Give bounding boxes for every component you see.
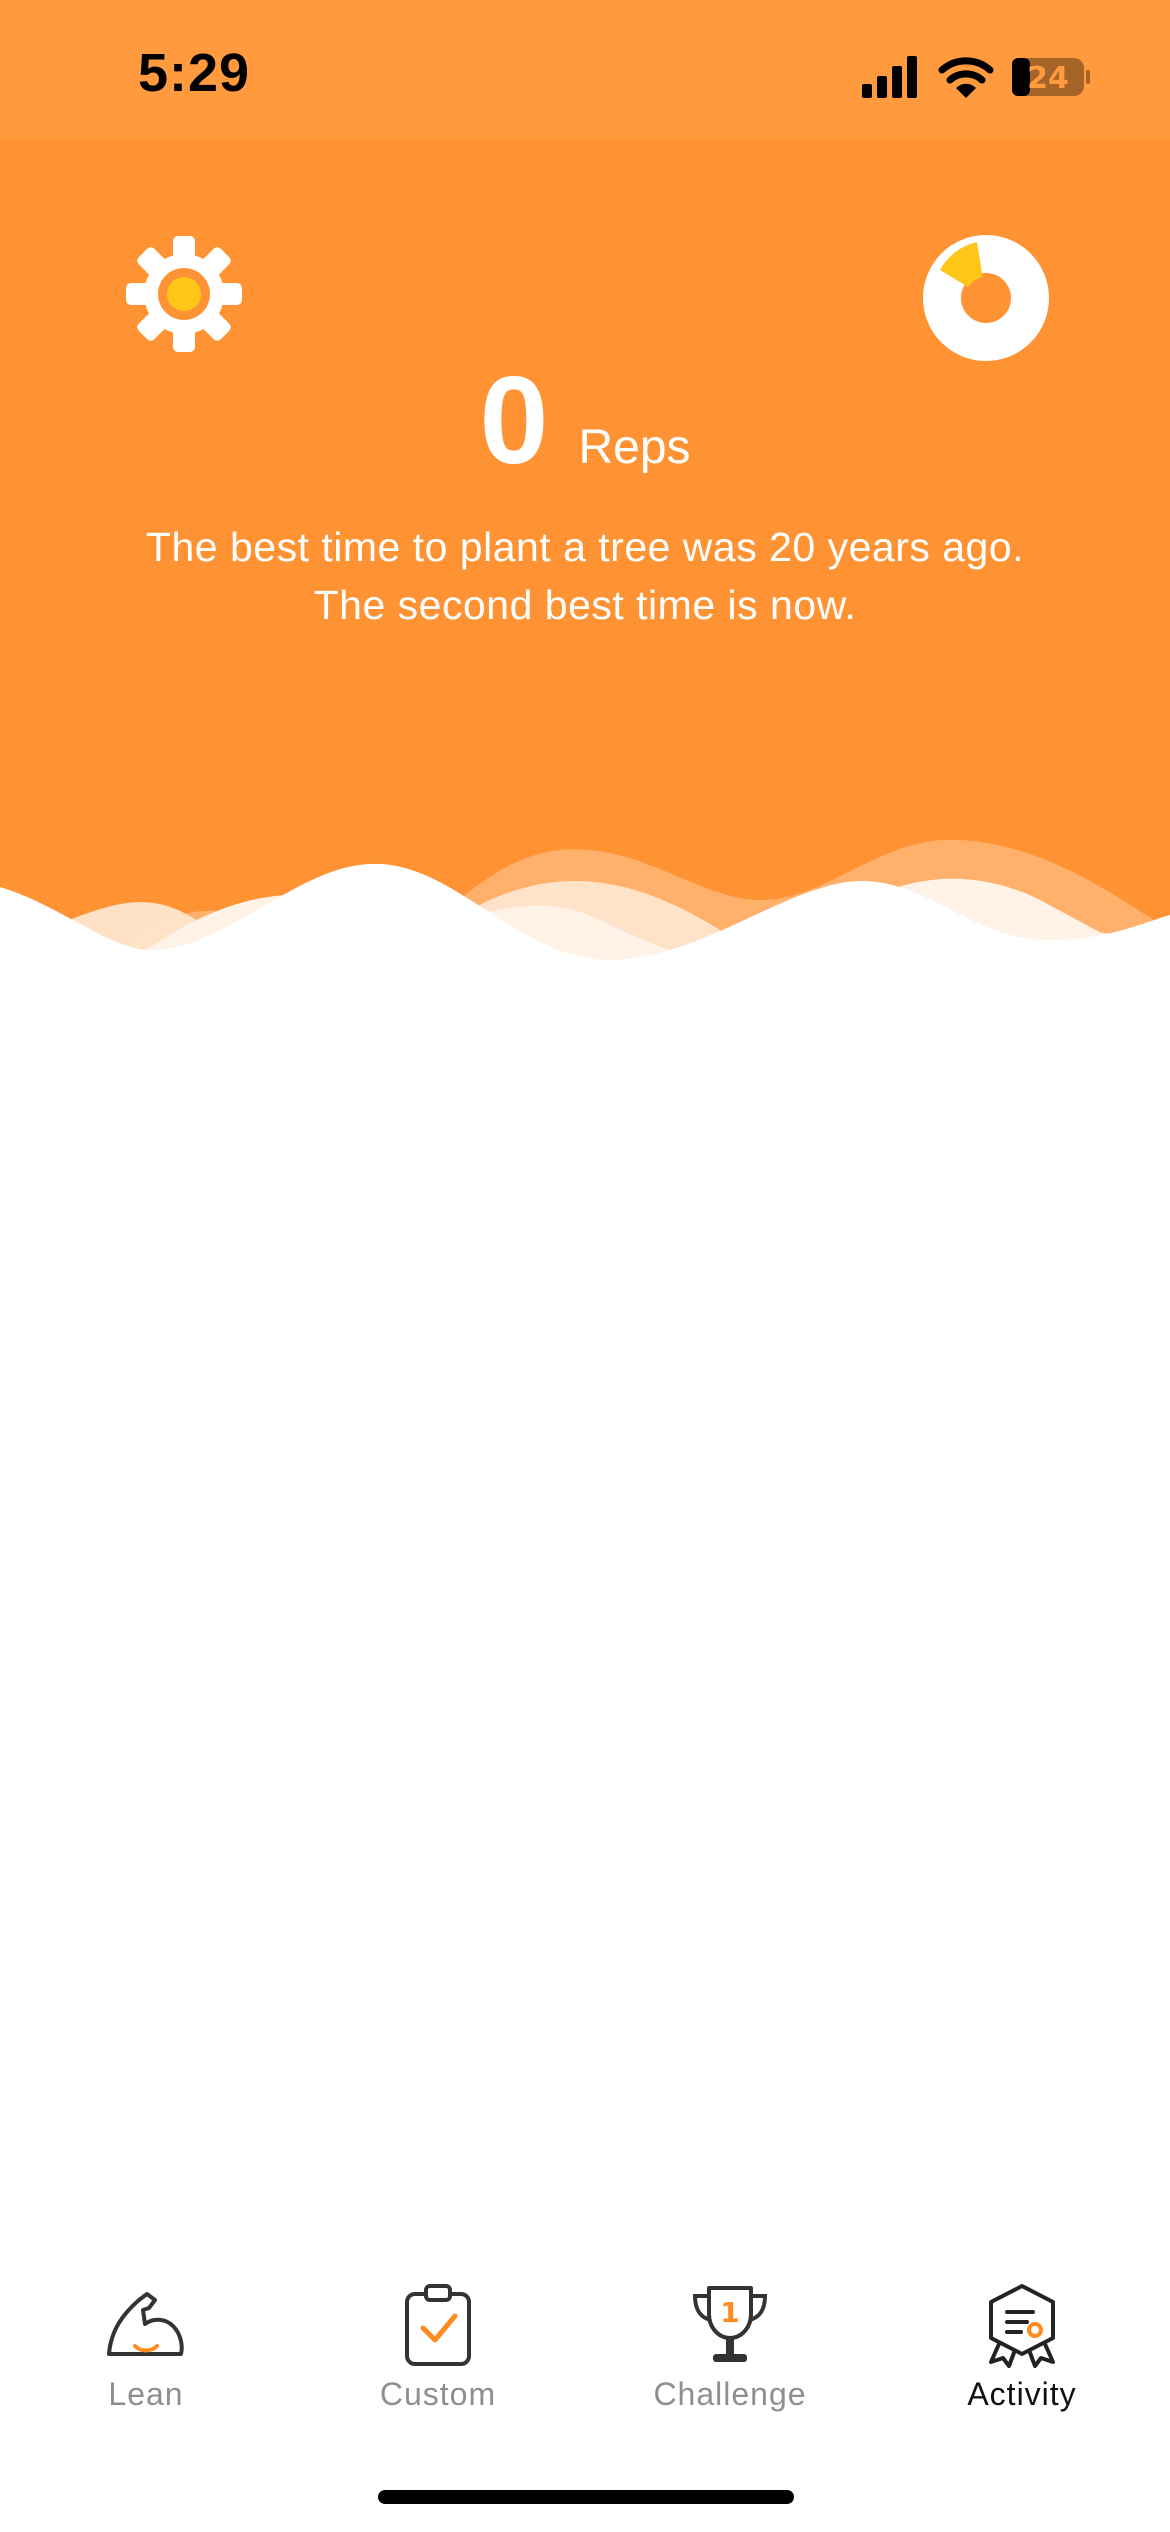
battery-icon: 24	[1012, 58, 1090, 96]
wave-decoration	[0, 839, 1170, 1040]
tab-label: Lean	[108, 2376, 184, 2412]
reps-unit: Reps	[578, 421, 691, 474]
svg-text:1: 1	[720, 2296, 739, 2329]
quote-line-1: The best time to plant a tree was 20 yea…	[145, 524, 1025, 570]
status-time: 5:29	[138, 43, 251, 103]
pie-chart-icon	[923, 235, 1049, 361]
settings-button[interactable]	[124, 234, 244, 354]
tab-label: Challenge	[653, 2376, 807, 2412]
battery-level: 24	[1027, 61, 1069, 96]
reps-counter: 0 Reps	[0, 350, 1170, 492]
tab-challenge[interactable]: 1 Challenge	[584, 2280, 876, 2440]
motivational-quote: The best time to plant a tree was 20 yea…	[60, 518, 1110, 634]
tab-activity[interactable]: Activity	[876, 2280, 1168, 2440]
clipboard-check-icon	[405, 2284, 471, 2366]
cellular-signal-icon	[862, 56, 917, 98]
tab-lean[interactable]: Lean	[0, 2280, 292, 2440]
status-bar: 5:29 24	[0, 0, 1170, 140]
wifi-icon	[938, 57, 994, 98]
tab-custom[interactable]: Custom	[292, 2280, 584, 2440]
tab-label: Activity	[967, 2376, 1077, 2412]
quote-line-2: The second best time is now.	[313, 582, 857, 628]
badge-icon	[989, 2284, 1055, 2368]
gear-icon	[126, 236, 242, 352]
flexed-arm-icon	[107, 2292, 184, 2356]
reps-count: 0	[479, 352, 549, 490]
stats-button[interactable]	[922, 234, 1050, 362]
home-indicator	[378, 2490, 794, 2504]
tab-bar: Lean Custom 1 Challenge Activity	[0, 2280, 1170, 2440]
trophy-icon: 1	[692, 2286, 768, 2362]
tab-label: Custom	[379, 2376, 497, 2412]
status-icons: 24	[862, 56, 1090, 98]
